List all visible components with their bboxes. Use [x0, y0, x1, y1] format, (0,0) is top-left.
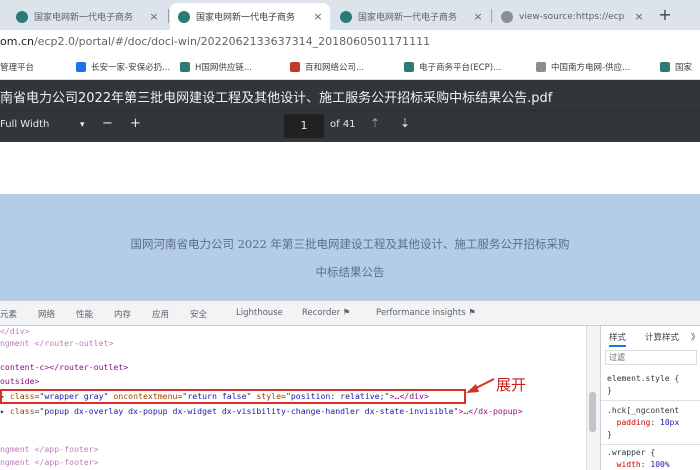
rule-divider	[601, 400, 700, 401]
style-selector[interactable]: element.style {	[607, 374, 679, 383]
css-property: padding	[616, 418, 651, 427]
scrollbar-thumb[interactable]	[589, 392, 596, 432]
style-declaration[interactable]: width: 100%	[607, 460, 670, 469]
style-declaration[interactable]: padding: 10px	[607, 418, 680, 427]
style-selector[interactable]: .wrapper {	[607, 448, 655, 457]
styles-filter-input[interactable]: 过滤	[605, 350, 697, 365]
arrow-head	[466, 384, 479, 393]
tab-styles[interactable]: 样式	[609, 331, 627, 347]
css-value: 100%	[650, 460, 670, 469]
expand-annotation: 展开	[496, 376, 527, 394]
style-selector[interactable]: .hck[_ngcontent	[607, 406, 679, 415]
rule-divider	[601, 444, 700, 445]
more-tabs-icon[interactable]: 》	[691, 331, 700, 343]
css-property: width	[616, 460, 641, 469]
styles-pane: 样式 计算样式 》 过滤 element.style { } .hck[_ngc…	[600, 326, 700, 470]
style-brace: }	[607, 386, 612, 395]
style-brace: }	[607, 430, 612, 439]
css-value: 10px	[660, 418, 680, 427]
browser-window: 国家电网新一代电子商务 × 国家电网新一代电子商务 × 国家电网新一代电子商务 …	[0, 0, 700, 470]
tab-computed[interactable]: 计算样式	[645, 331, 679, 343]
